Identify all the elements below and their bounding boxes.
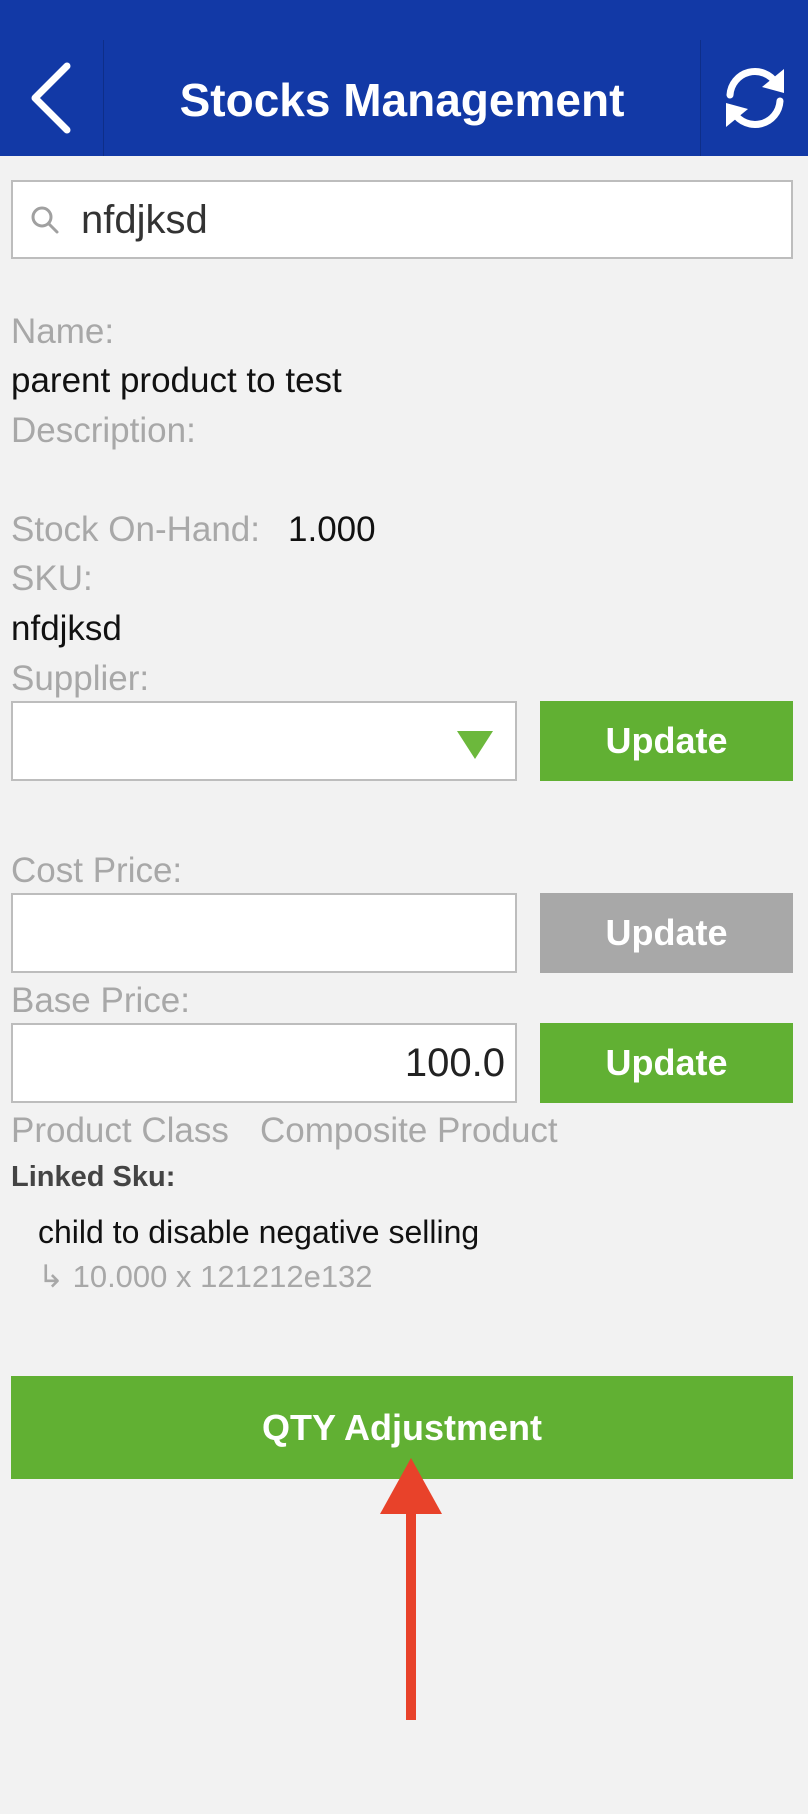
- linked-sku-name: child to disable negative selling: [38, 1214, 480, 1250]
- description-label: Description:: [11, 411, 196, 450]
- update-base-button[interactable]: Update: [540, 1023, 793, 1103]
- refresh-button[interactable]: [700, 40, 808, 156]
- supplier-label: Supplier:: [11, 659, 150, 698]
- annotation-arrow: [380, 1458, 442, 1720]
- sku-value: nfdjksd: [11, 609, 122, 648]
- stock-value: 1.000: [288, 510, 376, 549]
- product-class-label: Product Class: [11, 1111, 229, 1150]
- base-price-field[interactable]: [11, 1023, 517, 1103]
- base-price-input[interactable]: [13, 1025, 515, 1101]
- linked-sku-detail: ↳ 10.000 x 121212e132: [38, 1259, 373, 1294]
- product-name: parent product to test: [11, 361, 342, 400]
- update-supplier-button[interactable]: Update: [540, 701, 793, 781]
- cost-price-input[interactable]: [13, 895, 515, 971]
- sku-label: SKU:: [11, 559, 93, 598]
- stock-label: Stock On-Hand:: [11, 510, 260, 549]
- name-label: Name:: [11, 312, 115, 351]
- cost-price-label: Cost Price:: [11, 851, 183, 890]
- search-icon: [31, 206, 59, 234]
- chevron-left-icon: [31, 62, 70, 134]
- app-header: Stocks Management: [0, 0, 808, 156]
- supplier-dropdown[interactable]: [11, 701, 517, 781]
- base-price-label: Base Price:: [11, 981, 190, 1020]
- update-cost-button[interactable]: Update: [540, 893, 793, 973]
- page-title: Stocks Management: [179, 74, 625, 126]
- search-box[interactable]: [11, 180, 793, 259]
- back-button[interactable]: [0, 40, 104, 156]
- linked-sku-label: Linked Sku:: [11, 1161, 176, 1193]
- product-class-value: Composite Product: [260, 1111, 558, 1150]
- chevron-down-icon: [457, 731, 493, 759]
- refresh-icon: [725, 68, 784, 128]
- search-input[interactable]: [81, 192, 771, 248]
- cost-price-field[interactable]: [11, 893, 517, 973]
